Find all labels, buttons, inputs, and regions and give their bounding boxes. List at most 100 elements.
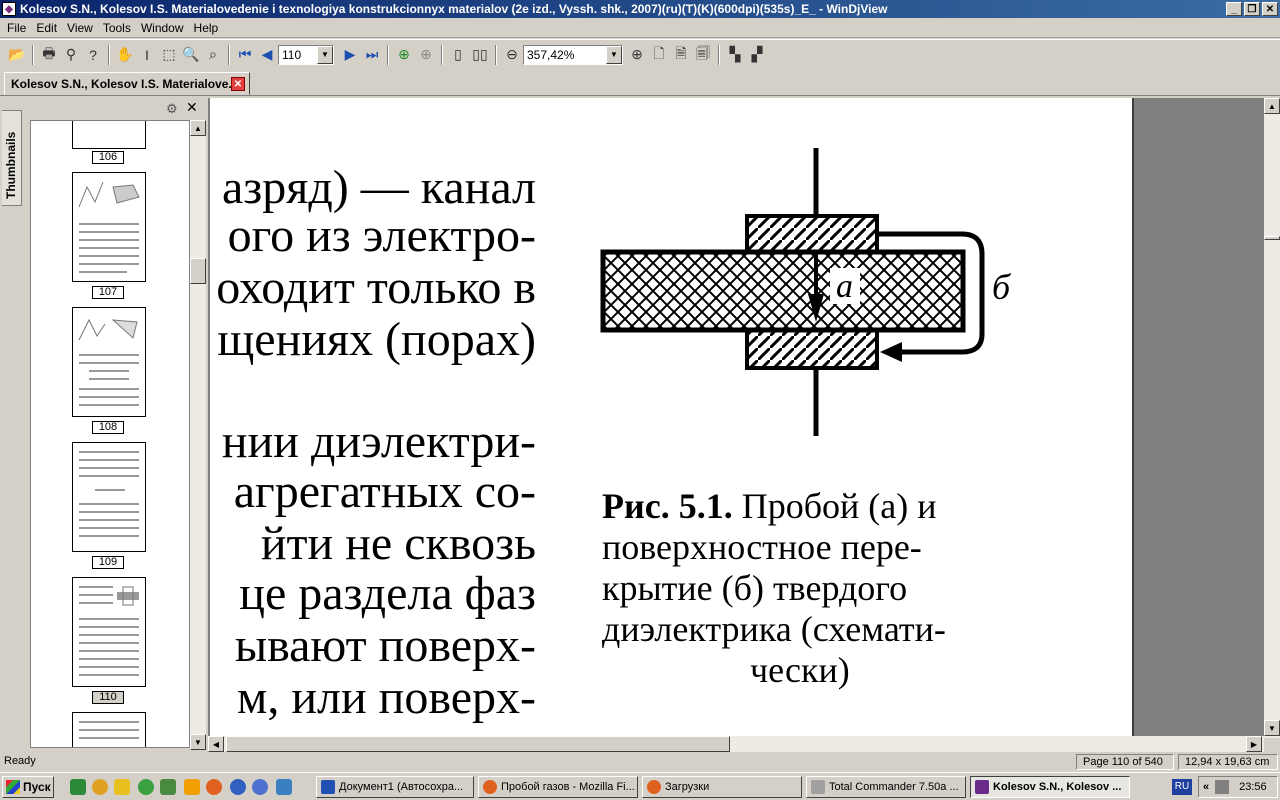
quicklaunch-app-icon[interactable] [160,779,176,795]
firefox-icon[interactable] [206,779,222,795]
thumbnail-page[interactable] [72,442,146,552]
taskbar-item-word[interactable]: Документ1 (Автосохра... [316,776,474,798]
windjview-icon [975,780,989,794]
fit-page-icon[interactable]: 🗋 [649,45,669,65]
close-tab-icon[interactable]: ✕ [231,77,245,91]
scroll-left-icon[interactable]: ◀ [208,736,224,752]
scroll-down-icon[interactable]: ▼ [190,734,206,750]
menu-file[interactable]: File [2,21,31,35]
thumbnail-page[interactable] [72,307,146,417]
media-player-icon[interactable] [252,779,268,795]
back-icon[interactable]: ⊕ [394,45,414,65]
menu-tools[interactable]: Tools [98,21,136,35]
status-page-info: Page 110 of 540 [1076,754,1174,770]
caption-line: Пробой (а) и [732,486,937,526]
scroll-thumb[interactable] [1264,236,1280,240]
quicklaunch-app-icon[interactable] [92,779,108,795]
quicklaunch-app-icon[interactable] [230,779,246,795]
close-window-button[interactable]: ✕ [1262,2,1278,16]
taskbar-item-firefox[interactable]: Пробой газов - Mozilla Fi... [478,776,638,798]
chrome-icon[interactable] [138,779,154,795]
hand-tool-icon[interactable]: ✋ [115,45,135,65]
thumbnails-scrollbar[interactable]: ▲ ▼ [190,120,206,750]
thumbnail-page[interactable] [72,172,146,282]
horizontal-scrollbar[interactable]: ◀ ▶ [208,736,1264,752]
facing-pages-icon[interactable]: ▯▯ [470,45,490,65]
speaker-icon[interactable] [1215,780,1230,794]
help-icon[interactable]: ? [83,45,103,65]
minimize-button[interactable]: _ [1226,2,1242,16]
clock[interactable]: 23:56 [1239,781,1267,793]
print-icon[interactable]: 🖶 [39,45,59,65]
zoom-out-icon[interactable]: ⊖ [502,45,522,65]
display-mode-bw-icon[interactable]: ▞ [747,45,767,65]
zoom-icon[interactable]: 🔍 [181,45,201,65]
rect-select-icon[interactable]: ⬚ [159,45,179,65]
single-page-icon[interactable]: ▯ [448,45,468,65]
taskbar-item-downloads[interactable]: Загрузки [642,776,802,798]
scroll-right-icon[interactable]: ▶ [1246,736,1262,752]
vertical-scrollbar[interactable]: ▲ ▼ [1264,98,1280,738]
status-size-info: 12,94 x 19,63 cm [1178,754,1278,770]
find-icon[interactable]: ⚲ [61,45,81,65]
scroll-down-icon[interactable]: ▼ [1264,720,1280,736]
actual-size-icon[interactable]: 🗐 [693,45,713,65]
chevron-down-icon[interactable]: ▼ [317,45,333,64]
scroll-up-icon[interactable]: ▲ [1264,98,1280,114]
page-text-line: це раздела фаз [239,567,536,620]
restore-button[interactable]: ❐ [1244,2,1260,16]
window-title: Kolesov S.N., Kolesov I.S. Materialovede… [20,2,888,16]
thumbnails-vertical-tab[interactable]: Thumbnails [2,110,22,206]
document-tab-label: Kolesov S.N., Kolesov I.S. Materialove..… [11,76,239,91]
quicklaunch-app-icon[interactable] [114,779,130,795]
toolbar-separator [108,44,110,65]
language-indicator[interactable]: RU [1172,779,1192,795]
taskbar-item-totalcmd[interactable]: Total Commander 7.50a ... [806,776,966,798]
title-bar: ◆ Kolesov S.N., Kolesov I.S. Materialove… [0,0,1280,18]
close-panel-icon[interactable]: ✕ [186,99,198,116]
chevron-down-icon[interactable]: ▼ [606,45,622,64]
prev-page-icon[interactable]: ◀ [257,45,277,65]
forward-icon[interactable]: ⊕ [416,45,436,65]
toolbar-separator [495,44,497,65]
taskbar-item-label: Документ1 (Автосохра... [339,781,464,793]
toolbar: 📂 🖶 ⚲ ? ✋ I ⬚ 🔍 ⌕ ⏮ ◀ 110 ▼ ▶ ⏭ ⊕ ⊕ ▯ ▯▯… [0,39,1280,69]
scroll-thumb[interactable] [190,258,206,284]
thumbnail-page[interactable] [72,121,146,149]
taskbar-item-windjview[interactable]: Kolesov S.N., Kolesov ... [970,776,1130,798]
last-page-icon[interactable]: ⏭ [362,45,382,65]
start-label: Пуск [23,780,51,794]
text-select-icon[interactable]: I [137,45,157,65]
next-page-icon[interactable]: ▶ [340,45,360,65]
document-tab[interactable]: Kolesov S.N., Kolesov I.S. Materialove..… [4,72,250,95]
page-number-combo[interactable]: 110 ▼ [278,44,334,65]
menu-window[interactable]: Window [136,21,189,35]
first-page-icon[interactable]: ⏮ [235,45,255,65]
toolbar-separator [387,44,389,65]
thumbnail-label-selected: 110 [92,691,124,704]
zoom-combo[interactable]: 357,42% ▼ [523,44,623,65]
thumbnail-page[interactable] [72,712,146,747]
document-view[interactable]: азряд) — канал ого из электро- оходит то… [208,98,1264,738]
taskbar-item-label: Пробой газов - Mozilla Fi... [501,781,635,793]
quicklaunch-app-icon[interactable] [70,779,86,795]
quicklaunch-app-icon[interactable] [184,779,200,795]
menu-help[interactable]: Help [189,21,224,35]
start-button[interactable]: Пуск [2,776,54,798]
thumbnail-page[interactable] [72,577,146,687]
fit-width-icon[interactable]: 🗎 [671,45,691,65]
quicklaunch-app-icon[interactable] [276,779,292,795]
document-tabbar: Kolesov S.N., Kolesov I.S. Materialove..… [0,70,1280,96]
display-mode-color-icon[interactable]: ▚ [725,45,745,65]
zoom-in-icon[interactable]: ⊕ [627,45,647,65]
scroll-thumb[interactable] [226,736,730,752]
open-folder-icon[interactable]: 📂 [7,45,27,65]
zoom-rect-icon[interactable]: ⌕ [203,45,223,65]
menu-view[interactable]: View [62,21,98,35]
scroll-up-icon[interactable]: ▲ [190,120,206,136]
gear-icon[interactable]: ⚙ [166,101,178,117]
taskbar: Пуск Документ1 (Автосохра... Пробой газо… [0,772,1280,800]
menu-edit[interactable]: Edit [31,21,62,35]
page-number-value: 110 [282,47,302,62]
tray-expand-icon[interactable]: « [1203,781,1209,793]
